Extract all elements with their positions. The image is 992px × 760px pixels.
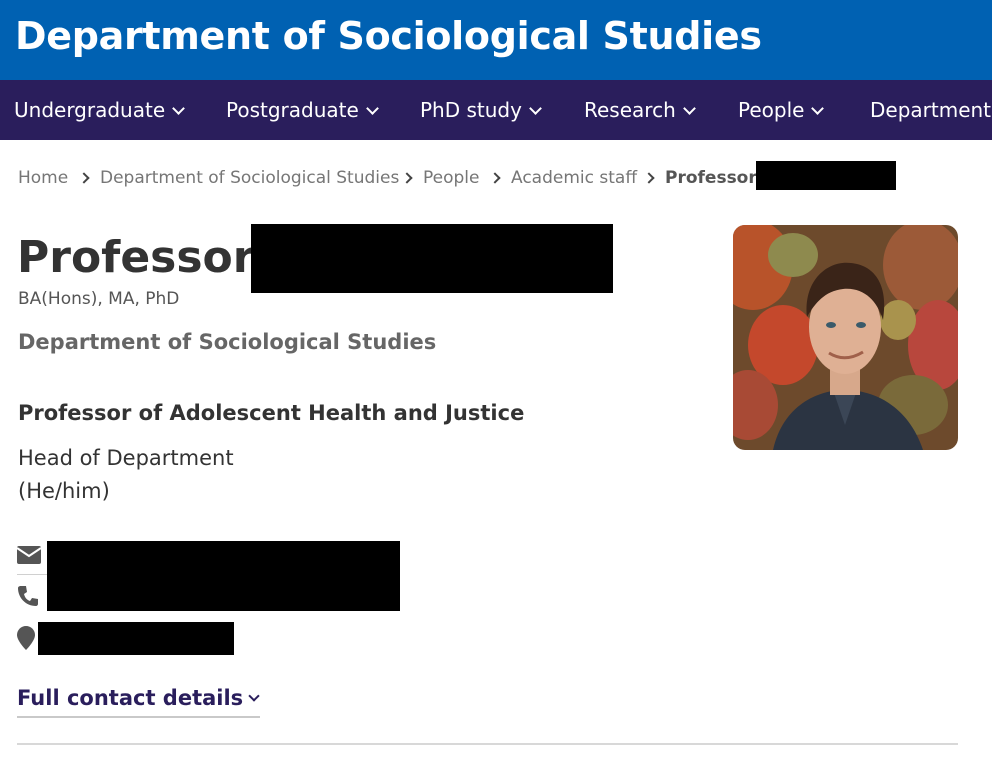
role-line: Head of Department [18,446,234,470]
redacted-email-phone [47,541,400,611]
phone-icon [17,585,39,612]
section-divider [17,743,958,745]
nav-item-label: Research [584,98,676,122]
nav-item-label: Postgraduate [226,98,359,122]
nav-item-label: People [738,98,805,122]
breadcrumb-item-academic-staff[interactable]: Academic staff [511,166,637,190]
breadcrumb-current: Professor [665,168,757,188]
nav-item-people[interactable]: People [738,80,825,140]
redacted-name-breadcrumb [756,161,896,190]
nav-item-postgraduate[interactable]: Postgraduate [226,80,379,140]
chevron-right-icon [643,172,655,184]
envelope-icon [16,546,42,569]
chevron-down-icon [172,102,186,115]
chevron-down-icon [248,690,260,702]
nav-item-label: Undergraduate [14,98,166,122]
location-pin-icon [17,626,35,655]
role-title: Professor of Adolescent Health and Justi… [18,401,525,425]
full-contact-details-toggle[interactable]: Full contact details [17,686,261,718]
page-title: Professor [17,232,255,283]
pronouns: (He/him) [18,479,110,503]
chevron-down-icon [365,102,379,115]
redacted-location [38,622,234,655]
site-title[interactable]: Department of Sociological Studies [15,14,762,58]
breadcrumb-item-home[interactable]: Home [18,166,68,190]
nav-item-label: PhD study [420,98,522,122]
main-nav: Undergraduate Postgraduate PhD study Res… [0,80,992,140]
chevron-down-icon [682,102,696,115]
nav-item-label: Department [870,98,992,122]
site-header: Department of Sociological Studies [0,0,992,80]
nav-item-department[interactable]: Department [870,80,991,140]
chevron-right-icon [489,172,501,184]
chevron-down-icon [529,102,542,115]
nav-item-undergraduate[interactable]: Undergraduate [14,80,186,140]
contact-divider [17,574,47,575]
chevron-right-icon [401,172,413,184]
nav-item-phd-study[interactable]: PhD study [420,80,542,140]
redacted-name-title [251,224,613,293]
chevron-down-icon [811,102,825,115]
nav-item-research[interactable]: Research [584,80,696,140]
breadcrumb-item-people[interactable]: People [423,166,479,190]
full-contact-label: Full contact details [17,686,244,710]
profile-photo [733,225,958,450]
chevron-right-icon [78,172,90,184]
breadcrumb-item-department[interactable]: Department of Sociological Studies [100,166,399,190]
department-name[interactable]: Department of Sociological Studies [18,330,436,354]
qualifications: BA(Hons), MA, PhD [18,289,180,309]
